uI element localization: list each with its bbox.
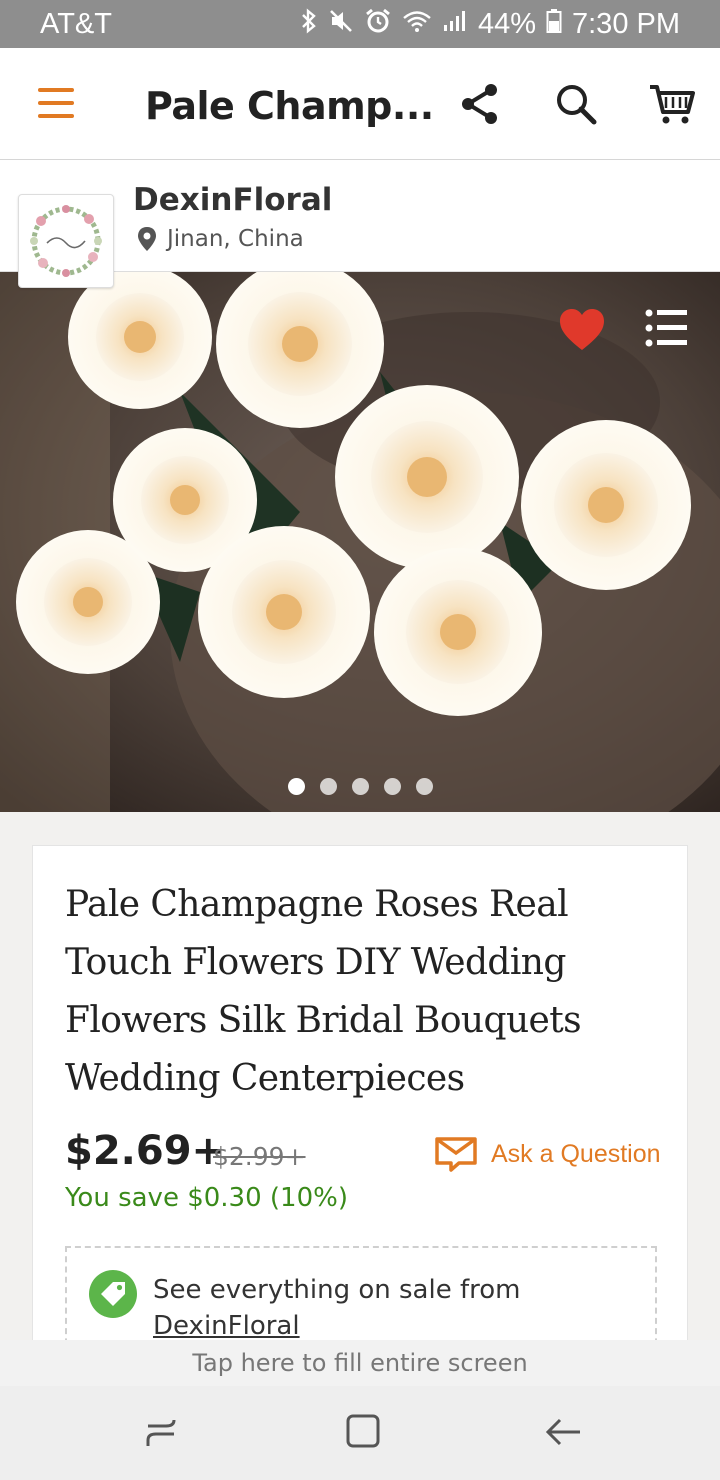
shop-location: Jinan, China [137,226,304,252]
sale-text-label: See everything on sale from [153,1275,521,1305]
battery-level: 44% [477,7,536,40]
mute-icon [328,8,354,41]
fill-screen-prompt[interactable]: Tap here to fill entire screen [0,1340,720,1386]
location-pin-icon [138,227,156,251]
carousel-dot[interactable] [351,778,369,795]
carousel-dot[interactable] [415,778,433,795]
sale-text: See everything on sale from DexinFloral [153,1272,520,1344]
search-icon[interactable] [550,78,602,130]
cart-icon[interactable] [646,78,698,130]
shop-header[interactable]: DexinFloral Jinan, China [0,160,720,288]
product-photo [0,272,720,812]
status-bar: AT&T 44% 7:30 PM [0,0,720,48]
mail-icon [435,1137,477,1172]
shop-logo[interactable] [18,194,114,288]
carousel-dot[interactable] [319,778,337,795]
savings-text: You save $0.30 (10%) [65,1183,348,1213]
wifi-icon [402,9,432,40]
sale-shop-link[interactable]: DexinFloral [153,1308,520,1344]
product-image-carousel[interactable] [0,272,720,812]
product-price: $2.69+ [65,1128,226,1174]
carousel-dots [0,778,720,795]
recents-icon[interactable] [140,1410,184,1454]
page-title: Pale Champ... [145,84,434,128]
status-icons: 44% 7:30 PM [300,7,680,42]
carrier-label: AT&T [40,7,112,40]
list-icon[interactable] [645,308,687,348]
screen: AT&T 44% 7:30 PM Pale Champ... DexinFlor… [0,0,720,1480]
system-nav-bar [0,1386,720,1480]
alarm-icon [364,7,392,42]
battery-icon [546,8,562,41]
shop-location-text: Jinan, China [167,226,304,252]
price-tag-icon [89,1270,137,1318]
product-title: Pale Champagne Roses Real Touch Flowers … [65,884,582,1099]
carousel-dot[interactable] [287,778,305,795]
share-icon[interactable] [454,78,506,130]
back-icon[interactable] [542,1410,586,1454]
bluetooth-icon [300,7,318,41]
home-icon[interactable] [342,1410,386,1454]
menu-icon[interactable] [38,88,74,120]
shop-name[interactable]: DexinFloral [133,182,332,218]
signal-icon [442,9,468,40]
favorite-heart-icon[interactable] [558,308,606,352]
original-price: $2.99+ [213,1142,306,1171]
ask-question-label[interactable]: Ask a Question [491,1140,661,1169]
ask-question-button[interactable]: Ask a Question [435,1136,661,1172]
carousel-dot[interactable] [383,778,401,795]
app-bar: Pale Champ... [0,48,720,160]
clock: 7:30 PM [572,7,680,40]
product-info-card: Pale Champagne Roses Real Touch Flowers … [32,845,688,1406]
